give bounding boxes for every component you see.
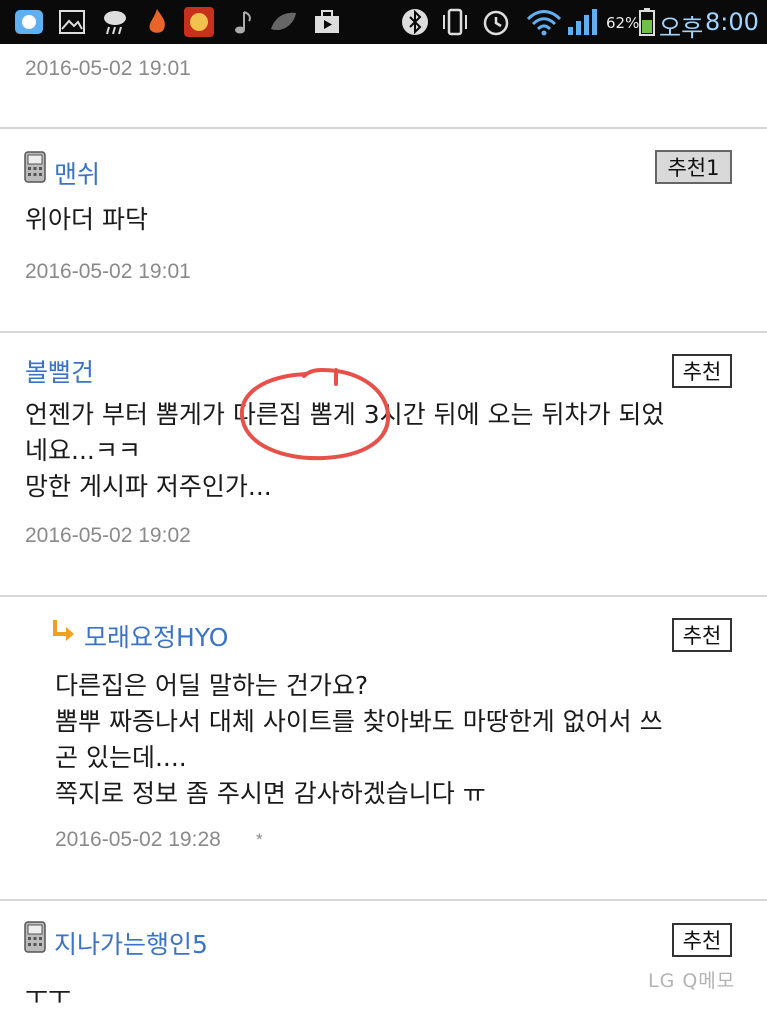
flame-icon [149,9,165,33]
comment-list: 2016-05-02 19:01 맨쉬 추천1 위아더 파닥 2016-05-0… [0,44,767,1023]
wifi-icon [526,10,562,36]
clock-ampm: 오후 [659,14,704,42]
divider [0,595,767,597]
recommend-button[interactable]: 추천1 [655,150,732,184]
leaf-icon [271,12,296,31]
recommend-button[interactable]: 추천 [672,618,732,652]
signal-icon [568,9,597,35]
comment-body: ㅜㅜ [25,981,72,1010]
reply-arrow-icon [53,620,74,641]
bluetooth-icon [402,9,428,35]
chat-icon [15,10,43,34]
mobile-phone-icon [24,151,46,183]
gallery-icon [59,10,85,34]
comment-author[interactable]: 지나가는행인5 [54,925,208,961]
comment-date: 2016-05-02 19:28 [55,828,221,851]
recommend-button[interactable]: 추천 [672,354,732,388]
music-icon [235,11,251,34]
weather-icon [104,11,126,35]
recommend-button[interactable]: 추천 [672,923,732,957]
comment-author[interactable]: 볼뻘건 [25,353,94,389]
mobile-phone-icon [24,921,46,953]
comment-author[interactable]: 모래요정HYO [84,618,228,654]
divider [0,331,767,333]
comment-body: 다른집은 어딜 말하는 건가요? 뽐뿌 짜증나서 대체 사이트를 찾아봐도 마땅… [55,671,663,808]
comment-author[interactable]: 맨쉬 [54,155,100,191]
comment-date: 2016-05-02 19:01 [25,57,191,80]
battery-percent: 62% [606,14,640,32]
game-app-icon [184,7,214,37]
comment-date: 2016-05-02 19:01 [25,260,191,283]
briefcase-icon [315,10,339,33]
qmemo-watermark: LG Q메모 [648,970,736,992]
divider [0,127,767,129]
handwritten-circle-annotation [239,367,391,461]
comment-body: 위아더 파닥 [25,205,148,234]
status-bar: 62% 오후 8:00 [0,0,767,44]
battery-icon [639,8,655,36]
edited-mark: * [256,830,263,849]
divider [0,899,767,901]
clock-time: 8:00 [705,8,759,36]
comment-date: 2016-05-02 19:02 [25,524,191,547]
vibrate-icon [443,8,467,36]
alarm-icon [483,10,509,36]
